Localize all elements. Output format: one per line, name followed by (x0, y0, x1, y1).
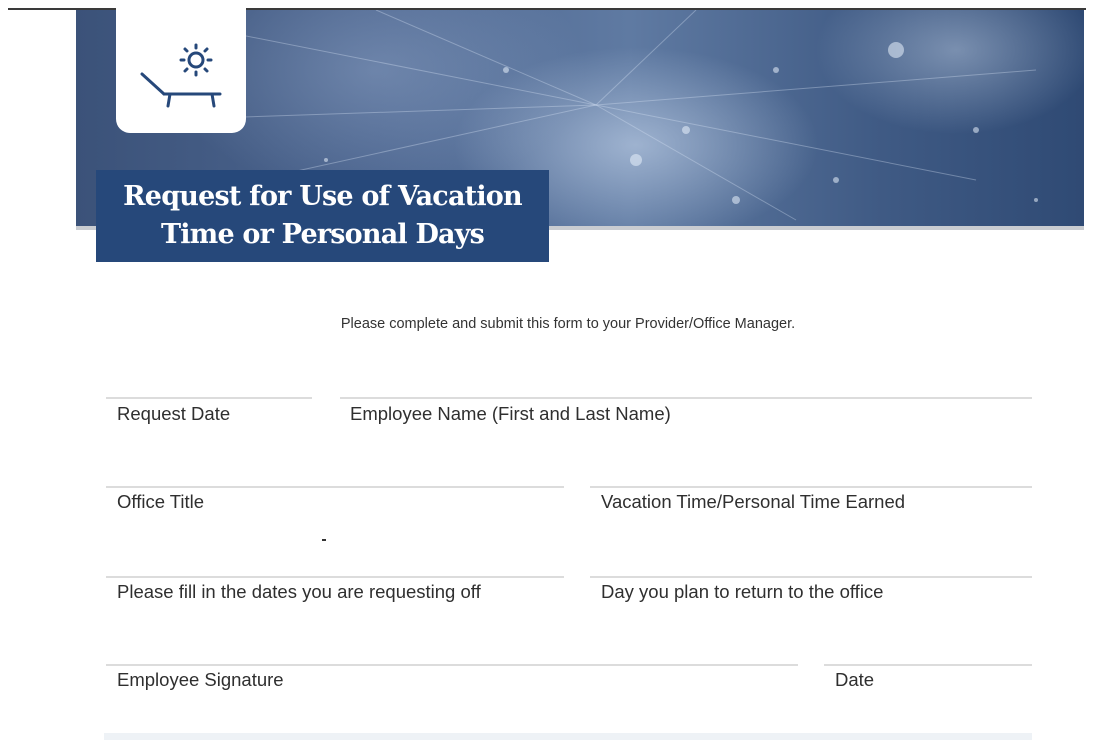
bottom-band (104, 733, 1032, 740)
employee-name-label: Employee Name (First and Last Name) (350, 403, 671, 424)
lounge-chair-sun-icon (140, 43, 222, 108)
signature-label: Employee Signature (117, 669, 284, 690)
signature-line[interactable] (106, 664, 798, 666)
form-title: Request for Use of Vacation Time or Pers… (123, 181, 522, 250)
return-day-label: Day you plan to return to the office (601, 581, 884, 602)
time-earned-label: Vacation Time/Personal Time Earned (601, 491, 906, 512)
dates-off-label: Please fill in the dates you are request… (117, 581, 481, 602)
stray-mark (322, 539, 326, 541)
time-earned-line[interactable] (590, 486, 1032, 488)
date-label: Date (835, 669, 875, 690)
return-day-line[interactable] (590, 576, 1032, 578)
dates-off-line[interactable] (106, 576, 564, 578)
request-date-line[interactable] (106, 397, 312, 399)
employee-name-line[interactable] (340, 397, 1032, 399)
date-line[interactable] (824, 664, 1032, 666)
office-title-label: Office Title (117, 491, 205, 512)
logo-tile (116, 8, 246, 133)
request-date-label: Request Date (117, 403, 231, 424)
office-title-line[interactable] (106, 486, 564, 488)
form-title-box: Request for Use of Vacation Time or Pers… (96, 170, 549, 262)
form-instruction: Please complete and submit this form to … (340, 316, 796, 332)
